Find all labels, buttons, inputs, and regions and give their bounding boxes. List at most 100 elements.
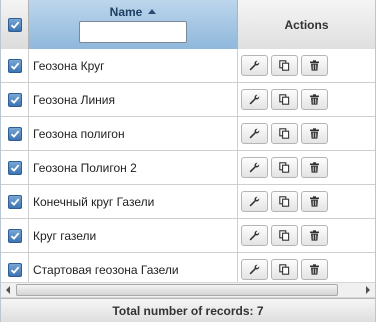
total-records-label: Total number of records: 7 <box>112 303 264 318</box>
row-actions <box>238 219 375 252</box>
select-all-checkbox[interactable] <box>7 17 22 32</box>
edit-button[interactable] <box>241 225 268 246</box>
delete-button[interactable] <box>301 123 328 144</box>
table-row[interactable]: Геозона Полигон 2 <box>1 151 375 185</box>
copy-icon <box>279 162 290 173</box>
row-checkbox[interactable] <box>7 92 22 107</box>
delete-button[interactable] <box>301 157 328 178</box>
edit-button[interactable] <box>241 55 268 76</box>
name-filter-input[interactable] <box>79 21 187 43</box>
name-header-label: Name <box>109 5 143 19</box>
name-column-header[interactable]: Name <box>29 0 238 49</box>
copy-icon <box>279 128 290 139</box>
scroll-right-button[interactable] <box>361 283 375 297</box>
trash-icon <box>309 162 320 173</box>
table-row[interactable]: Круг газели <box>1 219 375 253</box>
arrow-left-icon <box>6 286 10 294</box>
row-name: Геозона Линия <box>29 83 238 116</box>
row-checkbox[interactable] <box>7 58 22 73</box>
table-row[interactable]: Геозона полигон <box>1 117 375 151</box>
actions-header-label: Actions <box>284 17 329 32</box>
horizontal-scrollbar[interactable] <box>1 282 375 298</box>
scrollbar-thumb[interactable] <box>16 284 338 296</box>
delete-button[interactable] <box>301 191 328 212</box>
copy-button[interactable] <box>271 157 298 178</box>
row-select-cell <box>1 151 29 184</box>
copy-button[interactable] <box>271 123 298 144</box>
trash-icon <box>309 128 320 139</box>
edit-button[interactable] <box>241 89 268 110</box>
row-name: Круг газели <box>29 219 238 252</box>
check-icon <box>10 164 19 172</box>
trash-icon <box>309 230 320 241</box>
row-checkbox[interactable] <box>7 126 22 141</box>
row-name: Геозона Круг <box>29 49 238 82</box>
wrench-icon <box>249 230 260 241</box>
grid-footer: Total number of records: 7 <box>1 298 375 322</box>
wrench-icon <box>249 94 260 105</box>
check-icon <box>10 96 19 104</box>
edit-button[interactable] <box>241 191 268 212</box>
row-select-cell <box>1 185 29 218</box>
row-select-cell <box>1 49 29 82</box>
copy-icon <box>279 196 290 207</box>
copy-button[interactable] <box>271 191 298 212</box>
edit-button[interactable] <box>241 157 268 178</box>
header-select-cell <box>1 0 29 49</box>
edit-button[interactable] <box>241 123 268 144</box>
copy-icon <box>279 60 290 71</box>
row-name: Геозона Полигон 2 <box>29 151 238 184</box>
row-select-cell <box>1 83 29 116</box>
table-row[interactable]: Геозона Линия <box>1 83 375 117</box>
arrow-right-icon <box>366 286 370 294</box>
row-actions <box>238 117 375 150</box>
trash-icon <box>309 94 320 105</box>
wrench-icon <box>249 128 260 139</box>
table-row[interactable]: Геозона Круг <box>1 49 375 83</box>
delete-button[interactable] <box>301 55 328 76</box>
row-name: Геозона полигон <box>29 117 238 150</box>
scroll-left-button[interactable] <box>1 283 15 297</box>
actions-column-header: Actions <box>238 0 375 49</box>
row-select-cell <box>1 117 29 150</box>
grid-header: Name Actions <box>1 0 375 50</box>
copy-icon <box>279 94 290 105</box>
grid-body: Геозона Круг Геозона Линия Геозона полигон… <box>1 49 375 287</box>
row-select-cell <box>1 219 29 252</box>
sort-ascending-icon <box>148 9 157 14</box>
wrench-icon <box>249 264 260 275</box>
delete-button[interactable] <box>301 225 328 246</box>
check-icon <box>10 62 19 70</box>
table-row[interactable]: Конечный круг Газели <box>1 185 375 219</box>
trash-icon <box>309 60 320 71</box>
edit-button[interactable] <box>241 259 268 280</box>
row-actions <box>238 151 375 184</box>
row-actions <box>238 49 375 82</box>
row-name: Конечный круг Газели <box>29 185 238 218</box>
check-icon <box>10 21 19 29</box>
copy-icon <box>279 264 290 275</box>
check-icon <box>10 266 19 274</box>
wrench-icon <box>249 60 260 71</box>
row-checkbox[interactable] <box>7 194 22 209</box>
copy-button[interactable] <box>271 89 298 110</box>
trash-icon <box>309 264 320 275</box>
copy-icon <box>279 230 290 241</box>
row-actions <box>238 185 375 218</box>
check-icon <box>10 232 19 240</box>
delete-button[interactable] <box>301 259 328 280</box>
row-checkbox[interactable] <box>7 160 22 175</box>
data-grid: Name Actions Геозона Круг Геозона Линия Ге… <box>0 0 376 322</box>
check-icon <box>10 130 19 138</box>
copy-button[interactable] <box>271 55 298 76</box>
row-checkbox[interactable] <box>7 262 22 277</box>
delete-button[interactable] <box>301 89 328 110</box>
row-checkbox[interactable] <box>7 228 22 243</box>
copy-button[interactable] <box>271 225 298 246</box>
row-actions <box>238 83 375 116</box>
wrench-icon <box>249 196 260 207</box>
wrench-icon <box>249 162 260 173</box>
trash-icon <box>309 196 320 207</box>
copy-button[interactable] <box>271 259 298 280</box>
name-header-title[interactable]: Name <box>29 5 237 19</box>
